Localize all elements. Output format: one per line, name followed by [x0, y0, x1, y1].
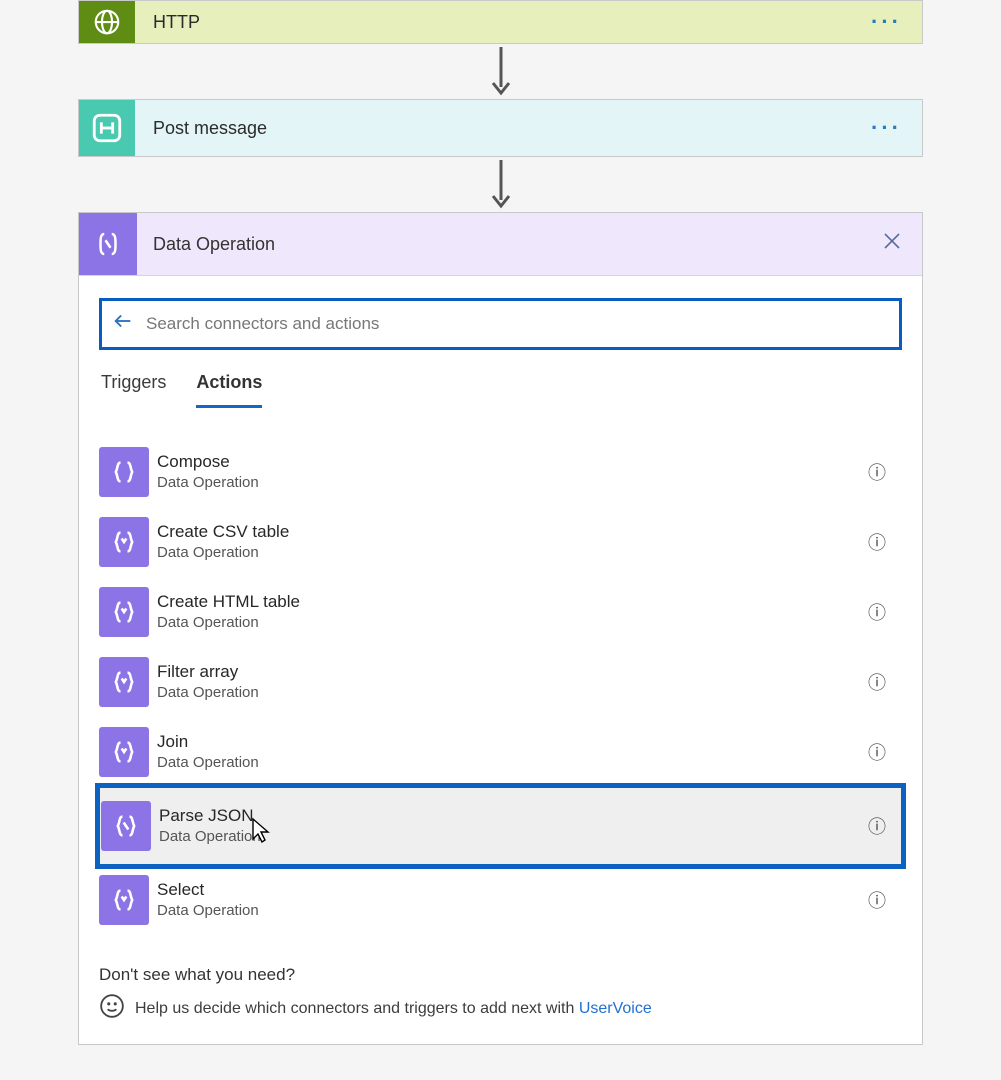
footer-help-text: Help us decide which connectors and trig…: [135, 1000, 579, 1017]
action-title: Join: [157, 731, 868, 753]
info-icon[interactable]: ⓘ: [868, 529, 902, 555]
action-title: Create HTML table: [157, 591, 868, 613]
post-message-icon: [79, 100, 135, 156]
tab-actions[interactable]: Actions: [196, 372, 262, 408]
step-http-title: HTTP: [135, 12, 871, 33]
flow-arrow: [78, 157, 923, 212]
info-icon[interactable]: ⓘ: [868, 813, 902, 839]
info-icon[interactable]: ⓘ: [868, 459, 902, 485]
braces-icon: [99, 875, 149, 925]
step-http[interactable]: HTTP ···: [78, 0, 923, 44]
action-title: Compose: [157, 451, 868, 473]
data-operation-icon: [79, 213, 137, 275]
panel-title: Data Operation: [137, 234, 882, 255]
info-icon[interactable]: ⓘ: [868, 669, 902, 695]
action-compose[interactable]: Compose Data Operation ⓘ: [99, 437, 902, 507]
uservoice-link[interactable]: UserVoice: [579, 1000, 652, 1017]
braces-icon: [99, 727, 149, 777]
action-subtitle: Data Operation: [159, 827, 868, 847]
braces-icon: [99, 657, 149, 707]
action-filter-array[interactable]: Filter array Data Operation ⓘ: [99, 647, 902, 717]
action-create-csv-table[interactable]: Create CSV table Data Operation ⓘ: [99, 507, 902, 577]
close-icon[interactable]: [882, 231, 922, 257]
info-icon[interactable]: ⓘ: [868, 739, 902, 765]
action-picker-panel: Data Operation Triggers: [78, 212, 923, 1045]
step-post-message[interactable]: Post message ···: [78, 99, 923, 157]
tab-triggers[interactable]: Triggers: [101, 372, 166, 408]
action-subtitle: Data Operation: [157, 473, 868, 493]
action-create-html-table[interactable]: Create HTML table Data Operation ⓘ: [99, 577, 902, 647]
braces-icon: [101, 801, 151, 851]
actions-list: Compose Data Operation ⓘ Create: [99, 437, 902, 935]
action-select[interactable]: Select Data Operation ⓘ: [99, 865, 902, 935]
action-parse-json[interactable]: Parse JSON Data Operation ⓘ: [99, 787, 902, 865]
back-arrow-icon[interactable]: [112, 310, 144, 338]
smile-icon: [99, 993, 125, 1024]
action-title: Create CSV table: [157, 521, 868, 543]
step-http-more-icon[interactable]: ···: [871, 9, 922, 35]
footer-prompt: Don't see what you need?: [99, 965, 902, 985]
tabs: Triggers Actions: [99, 372, 902, 409]
braces-icon: [99, 447, 149, 497]
http-icon: [79, 1, 135, 43]
action-title: Select: [157, 879, 868, 901]
search-bar[interactable]: [99, 298, 902, 350]
footer-help: Don't see what you need? Help us decide …: [99, 965, 902, 1024]
action-title: Filter array: [157, 661, 868, 683]
step-post-more-icon[interactable]: ···: [871, 115, 922, 141]
info-icon[interactable]: ⓘ: [868, 599, 902, 625]
info-icon[interactable]: ⓘ: [868, 887, 902, 913]
action-title: Parse JSON: [159, 805, 868, 827]
braces-icon: [99, 587, 149, 637]
step-post-title: Post message: [135, 118, 871, 139]
action-subtitle: Data Operation: [157, 683, 868, 703]
action-subtitle: Data Operation: [157, 613, 868, 633]
flow-arrow: [78, 44, 923, 99]
action-subtitle: Data Operation: [157, 901, 868, 921]
action-subtitle: Data Operation: [157, 543, 868, 563]
action-join[interactable]: Join Data Operation ⓘ: [99, 717, 902, 787]
panel-header: Data Operation: [79, 213, 922, 276]
braces-icon: [99, 517, 149, 567]
search-input[interactable]: [144, 313, 889, 335]
action-subtitle: Data Operation: [157, 753, 868, 773]
